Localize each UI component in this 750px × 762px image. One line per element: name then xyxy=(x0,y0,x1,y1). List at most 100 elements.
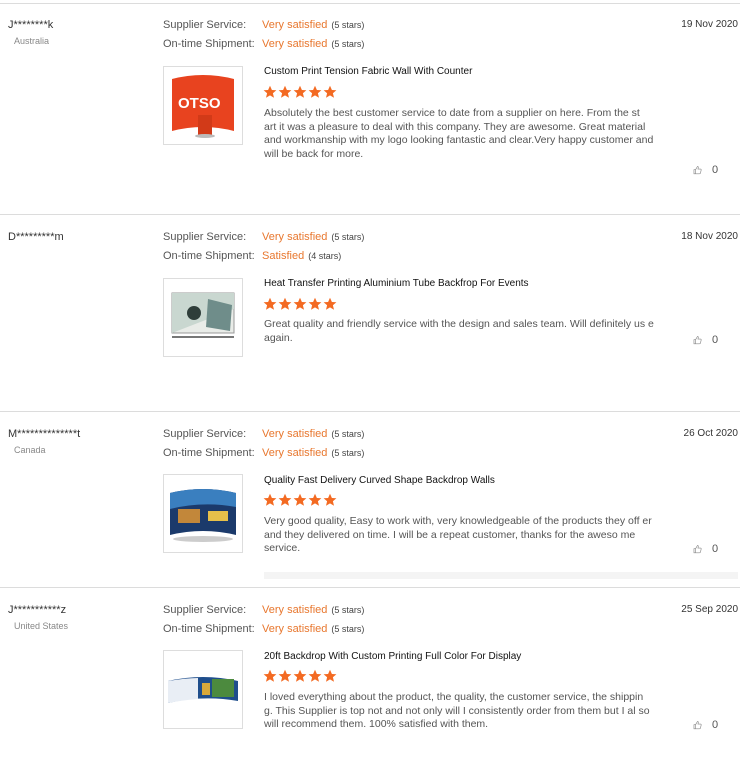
reviewer-country: Australia xyxy=(14,36,50,46)
star-icon xyxy=(308,669,322,682)
star-icon xyxy=(278,669,292,682)
like-count: 0 xyxy=(712,334,719,346)
product-title[interactable]: Quality Fast Delivery Curved Shape Backd… xyxy=(264,475,495,486)
supplier-service-label: Supplier Service: xyxy=(163,231,247,243)
supplier-service-stars: (5 stars) xyxy=(331,605,365,615)
ontime-shipment-rating: On-time Shipment: Satisfied (4 stars) xyxy=(163,250,341,262)
ontime-shipment-stars: (5 stars) xyxy=(331,448,365,458)
supplier-service-rating: Supplier Service: Very satisfied (5 stars) xyxy=(163,231,364,243)
review-card: M**************t Canada 26 Oct 2020 Supp… xyxy=(0,411,750,587)
star-icon xyxy=(263,297,277,310)
star-icon xyxy=(293,669,307,682)
thumbs-up-icon xyxy=(693,542,707,556)
review-card: J********k Australia 19 Nov 2020 Supplie… xyxy=(0,0,750,214)
star-icon xyxy=(323,85,337,98)
like-count: 0 xyxy=(712,719,719,731)
star-icon xyxy=(308,297,322,310)
review-comment: Great quality and friendly service with … xyxy=(264,318,654,344)
star-icon xyxy=(278,297,292,310)
ontime-shipment-stars: (5 stars) xyxy=(331,39,365,49)
product-title[interactable]: 20ft Backdrop With Custom Printing Full … xyxy=(264,651,521,662)
ontime-shipment-value: Very satisfied xyxy=(262,623,328,635)
20ft-backdrop-image xyxy=(168,677,238,703)
ontime-shipment-value: Satisfied xyxy=(262,250,305,262)
star-icon xyxy=(293,85,307,98)
ontime-shipment-label: On-time Shipment: xyxy=(163,447,255,459)
review-comment: Absolutely the best customer service to … xyxy=(264,107,654,160)
like-button[interactable]: 0 xyxy=(693,332,733,348)
supplier-service-stars: (5 stars) xyxy=(331,232,365,242)
review-card: J***********z United States 25 Sep 2020 … xyxy=(0,587,750,762)
review-date: 25 Sep 2020 xyxy=(681,604,738,615)
review-date: 19 Nov 2020 xyxy=(681,19,738,30)
like-count: 0 xyxy=(712,543,719,555)
like-button[interactable]: 0 xyxy=(693,541,733,557)
supplier-service-label: Supplier Service: xyxy=(163,428,247,440)
supplier-service-rating: Supplier Service: Very satisfied (5 stars) xyxy=(163,428,364,440)
product-thumbnail[interactable] xyxy=(163,474,243,553)
like-button[interactable]: 0 xyxy=(693,717,733,733)
product-thumbnail[interactable] xyxy=(163,278,243,357)
review-stars xyxy=(263,85,338,101)
tension-fabric-wall-image: OTSO xyxy=(172,75,234,138)
reviewer-name: M**************t xyxy=(8,428,81,440)
supplier-service-value: Very satisfied xyxy=(262,428,328,440)
ontime-shipment-label: On-time Shipment: xyxy=(163,38,255,50)
star-icon xyxy=(323,493,337,506)
ontime-shipment-rating: On-time Shipment: Very satisfied (5 stars) xyxy=(163,447,364,459)
review-comment: I loved everything about the product, th… xyxy=(264,691,650,730)
supplier-service-stars: (5 stars) xyxy=(331,20,365,30)
review-stars xyxy=(263,297,338,313)
star-icon xyxy=(263,669,277,682)
product-title[interactable]: Heat Transfer Printing Aluminium Tube Ba… xyxy=(264,278,529,289)
ontime-shipment-rating: On-time Shipment: Very satisfied (5 stars) xyxy=(163,623,364,635)
product-title[interactable]: Custom Print Tension Fabric Wall With Co… xyxy=(264,66,472,77)
ontime-shipment-rating: On-time Shipment: Very satisfied (5 stars) xyxy=(163,38,364,50)
star-icon xyxy=(308,493,322,506)
supplier-service-value: Very satisfied xyxy=(262,19,328,31)
like-button[interactable]: 0 xyxy=(693,162,733,178)
star-icon xyxy=(323,669,337,682)
supplier-service-label: Supplier Service: xyxy=(163,19,247,31)
star-icon xyxy=(323,297,337,310)
supplier-service-value: Very satisfied xyxy=(262,604,328,616)
star-icon xyxy=(278,85,292,98)
star-icon xyxy=(293,493,307,506)
star-icon xyxy=(293,297,307,310)
reviewer-name: J***********z xyxy=(8,604,67,616)
review-card: D*********m 18 Nov 2020 Supplier Service… xyxy=(0,214,750,411)
reviewer-country: United States xyxy=(14,621,69,631)
ontime-shipment-label: On-time Shipment: xyxy=(163,623,255,635)
product-thumbnail[interactable] xyxy=(163,650,243,729)
aluminium-backdrop-image xyxy=(171,292,235,338)
star-icon xyxy=(308,85,322,98)
review-date: 26 Oct 2020 xyxy=(683,428,738,439)
thumbs-up-icon xyxy=(693,718,707,732)
reviewer-name: J********k xyxy=(8,19,54,31)
ontime-shipment-stars: (4 stars) xyxy=(308,251,342,261)
supplier-service-rating: Supplier Service: Very satisfied (5 stars) xyxy=(163,19,364,31)
divider xyxy=(264,572,738,579)
review-date: 18 Nov 2020 xyxy=(681,231,738,242)
ontime-shipment-stars: (5 stars) xyxy=(331,624,365,634)
like-count: 0 xyxy=(712,164,719,176)
ontime-shipment-value: Very satisfied xyxy=(262,447,328,459)
supplier-service-rating: Supplier Service: Very satisfied (5 stars) xyxy=(163,604,364,616)
thumbs-up-icon xyxy=(693,163,707,177)
ontime-shipment-label: On-time Shipment: xyxy=(163,250,255,262)
reviewer-country: Canada xyxy=(14,445,46,455)
ontime-shipment-value: Very satisfied xyxy=(262,38,328,50)
product-thumbnail[interactable]: OTSO xyxy=(163,66,243,145)
reviewer-name: D*********m xyxy=(8,231,64,243)
review-stars xyxy=(263,493,338,509)
supplier-service-stars: (5 stars) xyxy=(331,429,365,439)
star-icon xyxy=(278,493,292,506)
curved-backdrop-image xyxy=(170,489,236,542)
review-stars xyxy=(263,669,338,685)
star-icon xyxy=(263,85,277,98)
star-icon xyxy=(263,493,277,506)
supplier-service-label: Supplier Service: xyxy=(163,604,247,616)
review-comment: Very good quality, Easy to work with, ve… xyxy=(264,515,652,554)
thumbs-up-icon xyxy=(693,333,707,347)
supplier-service-value: Very satisfied xyxy=(262,231,328,243)
